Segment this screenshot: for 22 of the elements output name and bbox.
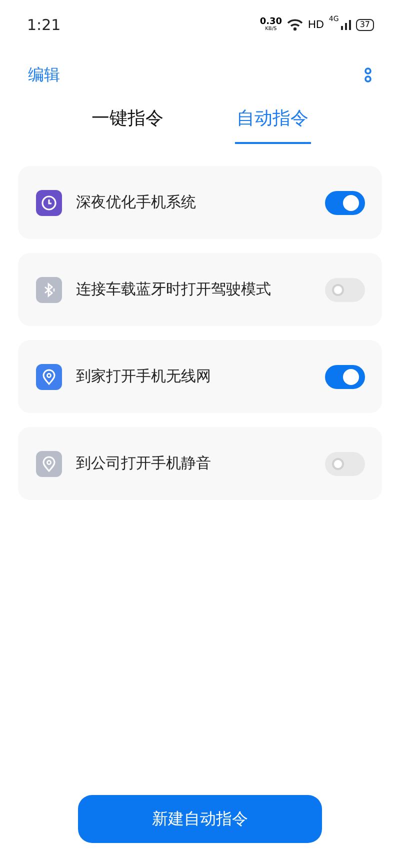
toggle-switch[interactable]: [325, 452, 365, 476]
wifi-icon: [287, 19, 304, 31]
command-title: 连接车载蓝牙时打开驾驶模式: [76, 280, 272, 299]
tab[interactable]: 自动指令: [234, 100, 310, 144]
command-card[interactable]: 到公司打开手机静音: [18, 427, 382, 500]
command-title: 深夜优化手机系统: [76, 193, 197, 212]
command-card[interactable]: 到家打开手机无线网: [18, 340, 382, 413]
status-time: 1:21: [27, 16, 61, 34]
more-icon[interactable]: [364, 67, 372, 83]
command-title: 到公司打开手机静音: [76, 454, 212, 473]
toggle-switch[interactable]: [325, 364, 365, 388]
signal-icon: [340, 20, 351, 30]
hd-label: HD: [308, 19, 324, 31]
new-command-button[interactable]: 新建自动指令: [78, 795, 322, 843]
battery-icon: 37: [356, 19, 374, 31]
tab[interactable]: 一键指令: [90, 100, 166, 144]
toggle-switch[interactable]: [325, 190, 365, 214]
command-title: 到家打开手机无线网: [76, 367, 212, 386]
command-card[interactable]: 连接车载蓝牙时打开驾驶模式: [18, 253, 382, 326]
command-card[interactable]: 深夜优化手机系统: [18, 166, 382, 239]
edit-link[interactable]: 编辑: [28, 64, 60, 86]
toggle-switch[interactable]: [325, 278, 365, 302]
